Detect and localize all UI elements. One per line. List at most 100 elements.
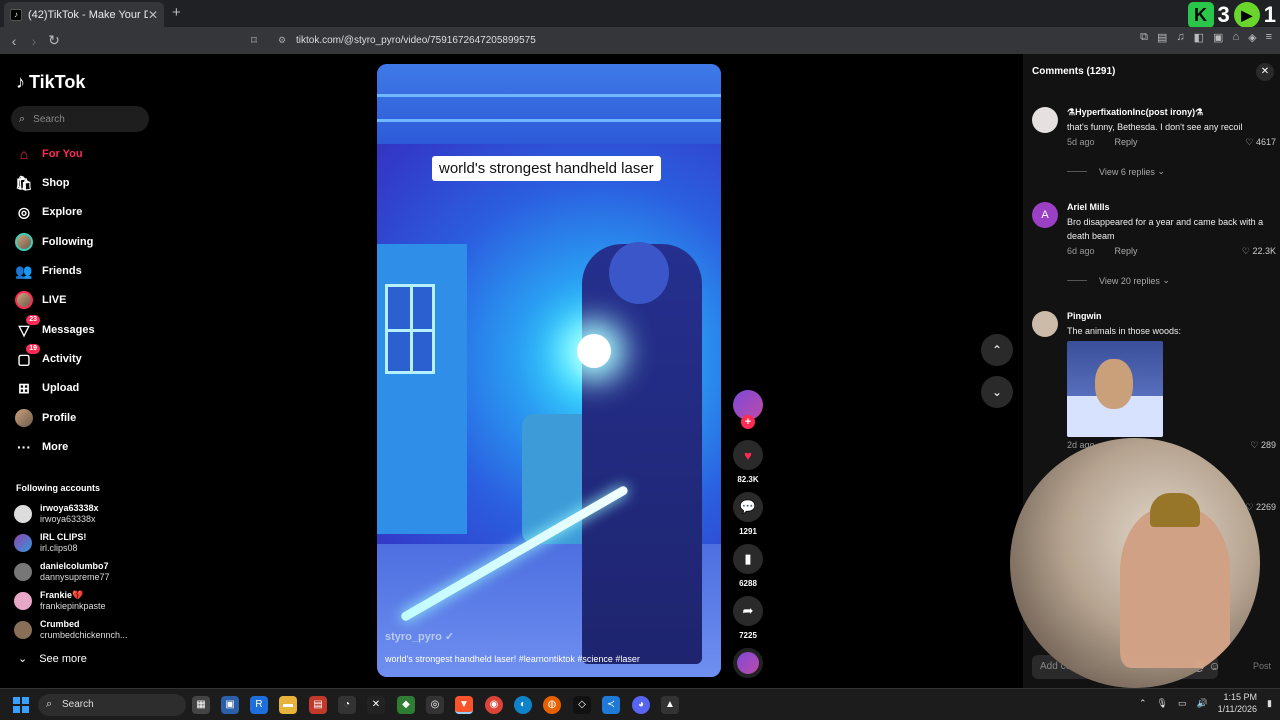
avatar[interactable] <box>1032 107 1058 133</box>
video-author[interactable]: styro_pyro ✓ <box>385 630 454 643</box>
share-icon[interactable]: ➦ <box>733 596 763 626</box>
brave-browser-icon[interactable]: ▼ <box>455 696 473 714</box>
comment-author[interactable]: Pingwin <box>1067 311 1102 321</box>
comment-meta: 6d ago Reply <box>1067 246 1138 256</box>
share-action[interactable]: ➦ 7225 <box>733 596 763 640</box>
comment-author[interactable]: ⚗HyperfixationInc(post irony)⚗ <box>1067 107 1203 118</box>
nav-friends[interactable]: 👥 Friends <box>14 260 82 282</box>
site-info-icon[interactable]: ⚙ <box>278 35 286 46</box>
video-player[interactable]: world's strongest handheld laser styro_p… <box>377 64 721 677</box>
comment-icon[interactable]: 💬 <box>733 492 763 522</box>
taskbar-search[interactable]: ⌕ Search <box>38 694 186 716</box>
comment-like[interactable]: ♡ 22.3K <box>1242 246 1276 257</box>
following-account[interactable]: IRL CLIPS! irl.clips08 <box>14 530 86 556</box>
comment-author[interactable]: Ariel Mills <box>1067 202 1110 212</box>
nav-label: Friends <box>42 265 82 277</box>
forward-icon[interactable]: › <box>24 33 44 49</box>
like-action[interactable]: ♥ 82.3K <box>733 440 763 484</box>
url-field[interactable]: ⚙ tiktok.com/@styro_pyro/video/759167264… <box>272 30 992 51</box>
chevron-up-icon[interactable]: ⌃ <box>1139 698 1147 709</box>
extensions-icon[interactable]: ⧉ <box>1140 31 1148 44</box>
microphone-icon[interactable]: 🎙 <box>1157 698 1168 709</box>
browser-tab[interactable]: ♪ (42)TikTok - Make Your Day ✕ <box>4 2 164 27</box>
next-video-button[interactable]: ⌄ <box>981 376 1013 408</box>
nav-upload[interactable]: ⊞ Upload <box>14 377 79 399</box>
nav-label: LIVE <box>42 294 67 306</box>
sidebar-icon[interactable]: ◧ <box>1194 31 1204 44</box>
post-button[interactable]: Post <box>1253 661 1271 671</box>
nav-activity[interactable]: ▢ 19 Activity <box>14 344 82 370</box>
tiktok-logo[interactable]: ♪ TikTok <box>16 72 85 93</box>
nav-live[interactable]: LIVE <box>14 289 66 311</box>
discord-icon[interactable]: ◕ <box>632 696 650 714</box>
close-icon[interactable]: ✕ <box>1256 63 1274 81</box>
comment-image[interactable] <box>1067 341 1163 437</box>
reload-icon[interactable]: ↻ <box>44 32 64 49</box>
comment-like[interactable]: ♡ 4617 <box>1245 137 1276 148</box>
wallet-icon[interactable]: ▣ <box>1213 31 1223 44</box>
heart-icon[interactable]: ♥ <box>733 440 763 470</box>
video-description: world's strongest handheld laser! #learn… <box>385 654 640 664</box>
reply-button[interactable]: Reply <box>1115 137 1138 147</box>
comment-like[interactable]: ♡ 2269 <box>1245 502 1276 513</box>
nav-shop[interactable]: 🛍 Shop <box>14 172 69 194</box>
app-icon[interactable]: ▲ <box>661 696 679 714</box>
search-input[interactable]: ⌕ Search <box>11 106 149 132</box>
app-icon[interactable]: ◎ <box>426 696 444 714</box>
notifications-icon[interactable]: ▮ <box>1267 698 1272 709</box>
reply-button[interactable]: Reply <box>1115 246 1138 256</box>
reader-icon[interactable]: ▤ <box>1157 31 1167 44</box>
view-replies-button[interactable]: View 20 replies ⌄ <box>1067 275 1170 286</box>
following-account[interactable]: Frankie💔 frankiepinkpaste <box>14 588 106 614</box>
windows-start-icon[interactable] <box>13 697 29 713</box>
vpn-icon[interactable]: ⌂ <box>1232 31 1239 44</box>
clock[interactable]: 1:15 PM 1/11/2026 <box>1218 691 1257 715</box>
edge-icon[interactable]: ◐ <box>514 696 532 714</box>
view-replies-button[interactable]: View 6 replies ⌄ <box>1067 166 1165 177</box>
nav-more[interactable]: ··· More <box>14 436 68 458</box>
following-account[interactable]: danielcolumbo7 dannysupreme77 <box>14 559 110 585</box>
nav-following[interactable]: Following <box>14 231 93 253</box>
comment-action[interactable]: 💬 1291 <box>733 492 763 536</box>
chrome-icon[interactable]: ◉ <box>485 696 503 714</box>
account-name: Crumbed <box>40 619 80 629</box>
nav-explore[interactable]: ◎ Explore <box>14 201 82 223</box>
shop-icon: 🛍 <box>15 174 33 191</box>
vscode-icon[interactable]: ≺ <box>602 696 620 714</box>
app-icon[interactable]: ◇ <box>573 696 591 714</box>
app-icon[interactable]: ◆ <box>397 696 415 714</box>
bookmark-icon[interactable]: ⌑ <box>244 34 264 47</box>
back-icon[interactable]: ‹ <box>4 33 24 49</box>
file-explorer-icon[interactable]: ▬ <box>279 696 297 714</box>
overlay-badges: K 3 ▶ 1 <box>1187 0 1280 30</box>
bookmark-icon[interactable]: ▮ <box>733 544 763 574</box>
nav-messages[interactable]: ▽ 23 Messages <box>14 315 95 341</box>
app-icon[interactable]: ▣ <box>221 696 239 714</box>
app-icon[interactable]: R <box>250 696 268 714</box>
close-tab-icon[interactable]: ✕ <box>148 8 158 22</box>
app-icon[interactable]: ◔ <box>338 696 356 714</box>
new-tab-button[interactable]: + <box>172 4 181 21</box>
firefox-icon[interactable]: ◍ <box>543 696 561 714</box>
music-icon[interactable]: ♫ <box>1176 31 1184 44</box>
app-icon[interactable]: ▤ <box>309 696 327 714</box>
capcut-icon[interactable]: ✕ <box>367 696 385 714</box>
shield-icon[interactable]: ◈ <box>1248 31 1256 44</box>
see-more-button[interactable]: ⌄ See more <box>18 652 87 666</box>
previous-video-button[interactable]: ⌃ <box>981 334 1013 366</box>
avatar[interactable]: A <box>1032 202 1058 228</box>
see-more-label: See more <box>39 652 87 665</box>
menu-icon[interactable]: ≡ <box>1266 31 1272 44</box>
comment-like[interactable]: ♡ 289 <box>1250 440 1276 451</box>
following-account[interactable]: Crumbed crumbedchickennch... <box>14 617 128 643</box>
music-disc-icon[interactable] <box>733 648 763 678</box>
follow-plus-icon[interactable]: + <box>741 415 755 429</box>
task-view-icon[interactable]: ▦ <box>192 696 210 714</box>
following-account[interactable]: irwoya63338x irwoya63338x <box>14 501 99 527</box>
nav-for-you[interactable]: ⌂ For You <box>14 143 83 165</box>
save-action[interactable]: ▮ 6288 <box>733 544 763 588</box>
nav-profile[interactable]: Profile <box>14 407 76 429</box>
avatar[interactable] <box>1032 311 1058 337</box>
volume-icon[interactable]: 🔊 <box>1196 698 1207 709</box>
network-icon[interactable]: ▭ <box>1178 698 1187 709</box>
